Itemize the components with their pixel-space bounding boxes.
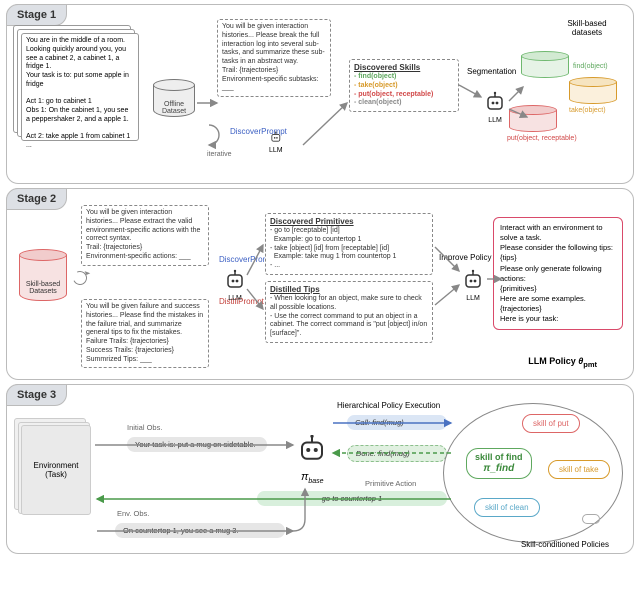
primitive-action-bubble: go to countertop 1 <box>257 491 447 506</box>
robot-icon <box>297 435 327 467</box>
skill-based-dataset-db: Skill-based Datasets <box>19 249 67 303</box>
skill-clean-pill: skill of clean <box>474 498 540 517</box>
trajectory-card-text: You are in the middle of a room. Looking… <box>21 33 139 141</box>
call-bubble: Call: find(mug) <box>347 415 447 430</box>
skill-policies-ellipse: skill of put skill of find π_find skill … <box>443 403 623 543</box>
skill-dataset-find: find(object) <box>521 51 569 79</box>
skill-dataset-put: put(object, receptable) <box>509 105 557 133</box>
initial-obs-bubble: Your task is: put a mug on sidetable. <box>127 437 267 452</box>
env-obs-label: Env. Obs. <box>117 509 149 518</box>
discover-prompt-box: You will be given interaction histories.… <box>217 19 331 97</box>
llm-icon-3: LLM <box>223 269 247 302</box>
stage-3-panel: Stage 3 Environment (Task) Initial Obs. … <box>6 384 634 554</box>
env-obs-bubble: On countertop 1, you see a mug 3. <box>115 523 285 538</box>
llm-policy-label: LLM Policy θpmt <box>528 356 597 369</box>
distill-prompt-box: You will be given failure and success hi… <box>81 299 209 368</box>
stage-1-panel: Stage 1 You are in the middle of a room.… <box>6 4 634 184</box>
stage-2-label: Stage 2 <box>6 188 67 210</box>
iterative-label: iterative <box>207 151 232 158</box>
llm-icon-4: LLM <box>461 269 485 302</box>
done-bubble: Done: find(mug) <box>347 445 447 462</box>
stage-1-label: Stage 1 <box>6 4 67 26</box>
skill-datasets-group: Skill-based datasets find(object) take(o… <box>503 25 623 175</box>
environment-box: Environment (Task) <box>21 425 91 515</box>
primitive-action-label: Primitive Action <box>365 479 416 488</box>
discovered-primitives-box: Discovered Primitives - go to [receptabl… <box>265 213 433 275</box>
stage-3-label: Stage 3 <box>6 384 67 406</box>
hierarchical-policy-label: Hierarchical Policy Execution <box>337 401 440 410</box>
skill-take-pill: skill of take <box>548 460 610 479</box>
stage-2-panel: Stage 2 Skill-based Datasets You will be… <box>6 188 634 380</box>
distilled-tips-box: Distilled Tips - When looking for an obj… <box>265 281 433 343</box>
llm-policy-box: Interact with an environment to solve a … <box>493 217 623 330</box>
skill-put-pill: skill of put <box>522 414 580 433</box>
discover-prompt-box-2: You will be given interaction histories.… <box>81 205 209 266</box>
llm-icon-1: LLM <box>269 131 283 154</box>
skill-dataset-take: take(object) <box>569 77 617 105</box>
initial-obs-label: Initial Obs. <box>127 423 162 432</box>
pi-base-label: πbase <box>301 471 324 485</box>
improve-policy-label: Improve Policy <box>439 253 491 262</box>
iterative-refresh-icon <box>71 269 89 287</box>
skill-ellipsis-pill <box>582 514 600 524</box>
discovered-skills-box: Discovered Skills - find(object) - take(… <box>349 59 459 112</box>
skill-find-pill: skill of find π_find <box>466 448 532 479</box>
skill-policies-caption: Skill-conditioned Policies <box>521 540 609 549</box>
offline-dataset-db: Offline Dataset <box>153 79 195 119</box>
